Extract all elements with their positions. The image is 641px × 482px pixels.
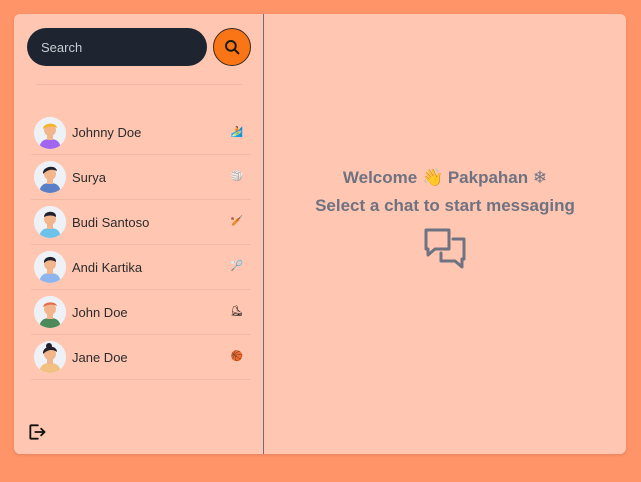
logout-icon bbox=[29, 424, 46, 440]
avatar bbox=[34, 116, 66, 149]
sidebar-divider bbox=[36, 84, 242, 85]
sidebar: Johnny Doe 🏄 Surya 🏐 bbox=[14, 14, 264, 454]
status-emoji: 🏄 bbox=[230, 126, 243, 138]
conversation-item[interactable]: John Doe ⛸ bbox=[31, 290, 251, 335]
conversation-item[interactable]: Budi Santoso 🏏 bbox=[31, 200, 251, 245]
search-icon bbox=[225, 40, 240, 55]
conversation-item[interactable]: Johnny Doe 🏄 bbox=[31, 111, 251, 155]
status-emoji: ⛸ bbox=[230, 306, 243, 317]
status-emoji: 🏏 bbox=[230, 216, 243, 227]
avatar bbox=[34, 206, 66, 238]
avatar bbox=[34, 161, 66, 193]
conversation-name: Budi Santoso bbox=[72, 214, 150, 230]
conversation-name: Surya bbox=[72, 169, 106, 185]
conversation-name: Andi Kartika bbox=[72, 259, 143, 275]
conversation-item[interactable]: Jane Doe 🏀 bbox=[31, 335, 251, 380]
status-emoji: 🏀 bbox=[230, 351, 243, 362]
chat-bubbles-icon bbox=[424, 228, 466, 269]
status-emoji: 🏐 bbox=[230, 171, 243, 182]
conversation-name: Johnny Doe bbox=[72, 125, 142, 140]
avatar bbox=[34, 296, 66, 328]
conversation-name: John Doe bbox=[72, 304, 128, 320]
avatar bbox=[34, 341, 66, 373]
empty-chat-panel: Welcome 👋 Pakpahan ❄ Select a chat to st… bbox=[264, 14, 626, 454]
status-emoji: 🏸 bbox=[230, 261, 243, 272]
search-form bbox=[27, 28, 251, 66]
conversation-item[interactable]: Andi Kartika 🏸 bbox=[31, 245, 251, 290]
welcome-message: Welcome 👋 Pakpahan ❄ bbox=[342, 168, 548, 187]
logout-button[interactable] bbox=[27, 422, 47, 442]
avatar bbox=[34, 251, 66, 283]
select-chat-prompt: Select a chat to start messaging bbox=[315, 196, 575, 215]
search-input[interactable] bbox=[27, 28, 207, 66]
search-button[interactable] bbox=[213, 28, 251, 66]
conversation-item[interactable]: Surya 🏐 bbox=[31, 155, 251, 200]
conversation-name: Jane Doe bbox=[72, 349, 128, 365]
chat-app: Johnny Doe 🏄 Surya 🏐 bbox=[14, 14, 626, 454]
conversation-list: Johnny Doe 🏄 Surya 🏐 Budi Santoso 🏏 Andi… bbox=[31, 111, 251, 380]
